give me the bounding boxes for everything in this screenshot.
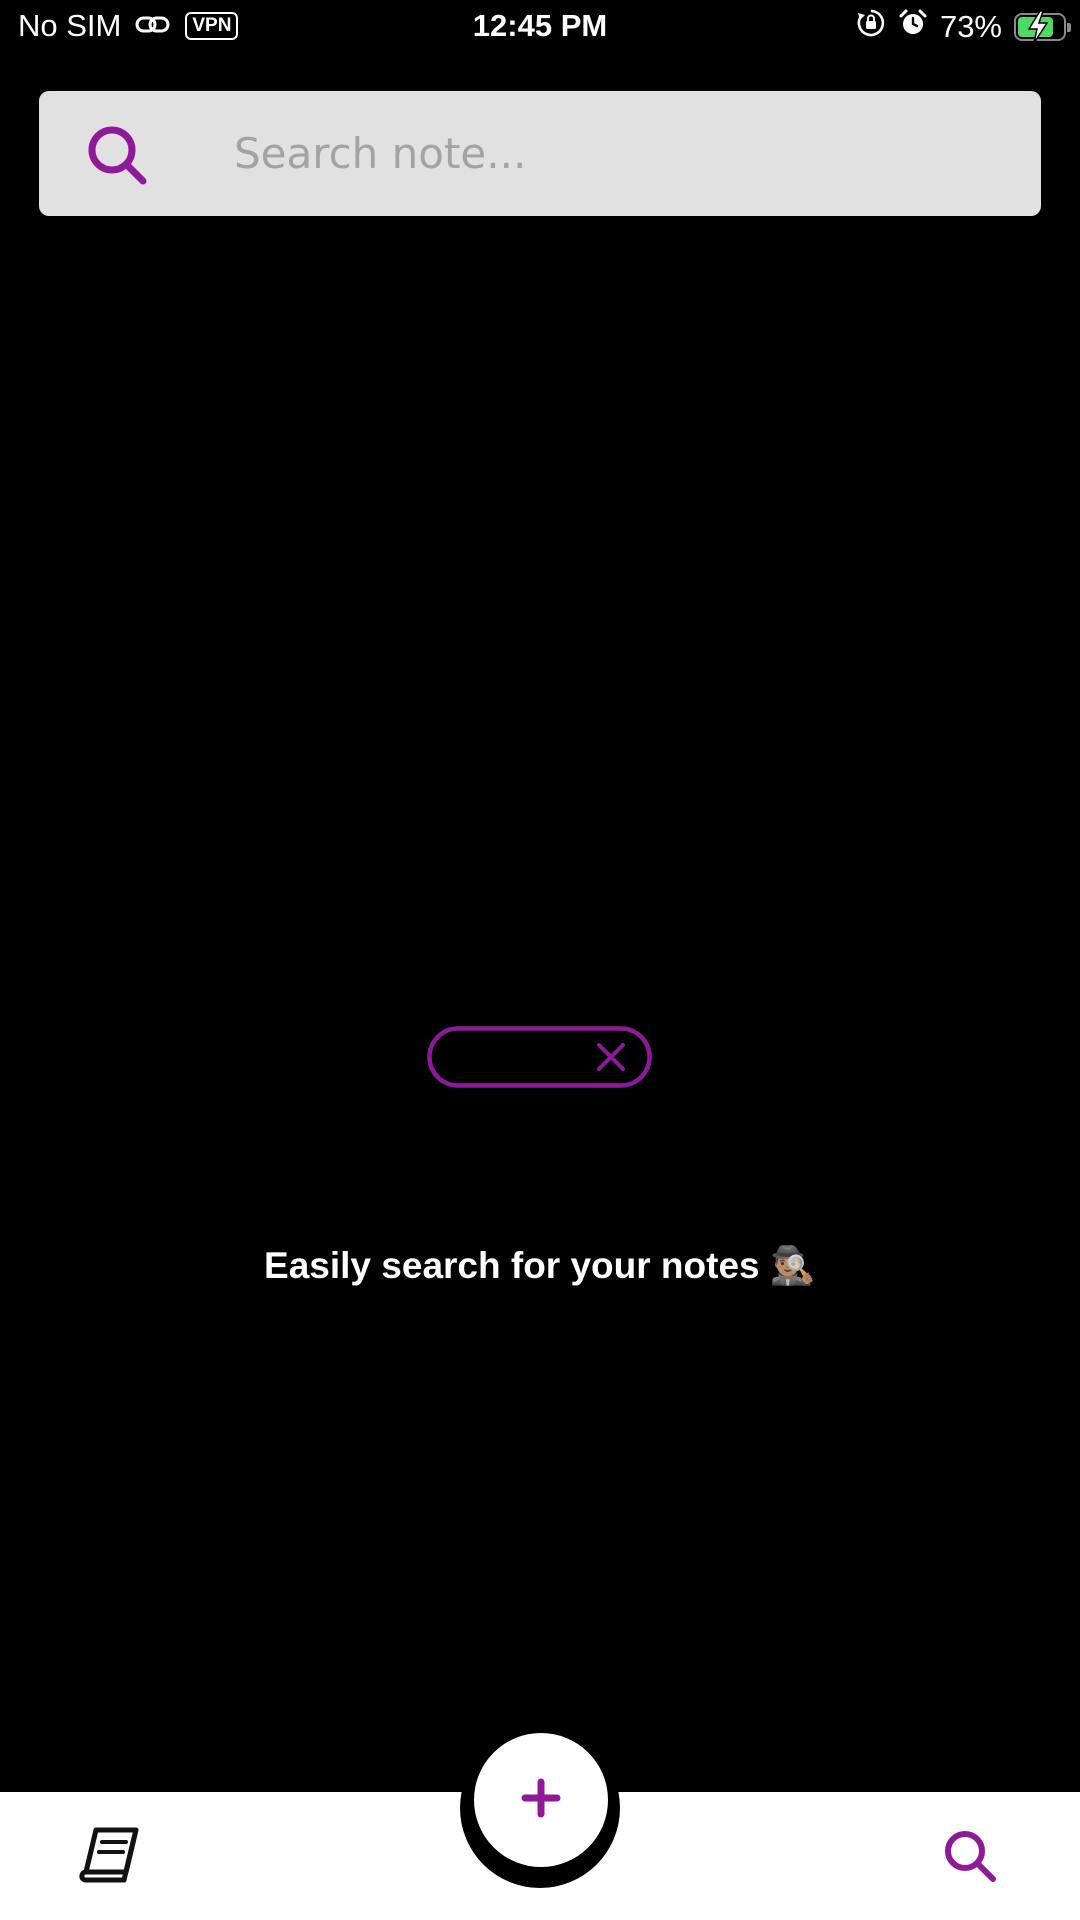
notes-search-screen: No SIM VPN 12:45 PM 73% Search note... E… xyxy=(0,0,1080,1920)
alarm-icon xyxy=(898,8,928,46)
search-icon xyxy=(940,1831,1000,1890)
nav-search-tab[interactable] xyxy=(940,1826,1000,1886)
plus-icon xyxy=(521,1778,561,1823)
battery-charging-icon xyxy=(1014,10,1071,44)
search-input[interactable] xyxy=(194,91,1014,216)
nav-notes-tab[interactable] xyxy=(78,1826,142,1884)
add-note-button[interactable] xyxy=(474,1733,608,1867)
empty-state-message: Easily search for your notes 🕵🏽‍♂️ xyxy=(264,1245,816,1286)
status-bar: No SIM VPN 12:45 PM 73% xyxy=(0,0,1080,58)
status-right-group: 73% xyxy=(856,8,1071,46)
battery-percent: 73% xyxy=(939,9,1002,44)
search-bar[interactable] xyxy=(39,91,1041,216)
notebook-icon xyxy=(78,1827,142,1888)
orientation-lock-icon xyxy=(856,8,886,46)
search-icon xyxy=(83,121,151,189)
search-bar-with-x-illustration xyxy=(427,1026,652,1088)
